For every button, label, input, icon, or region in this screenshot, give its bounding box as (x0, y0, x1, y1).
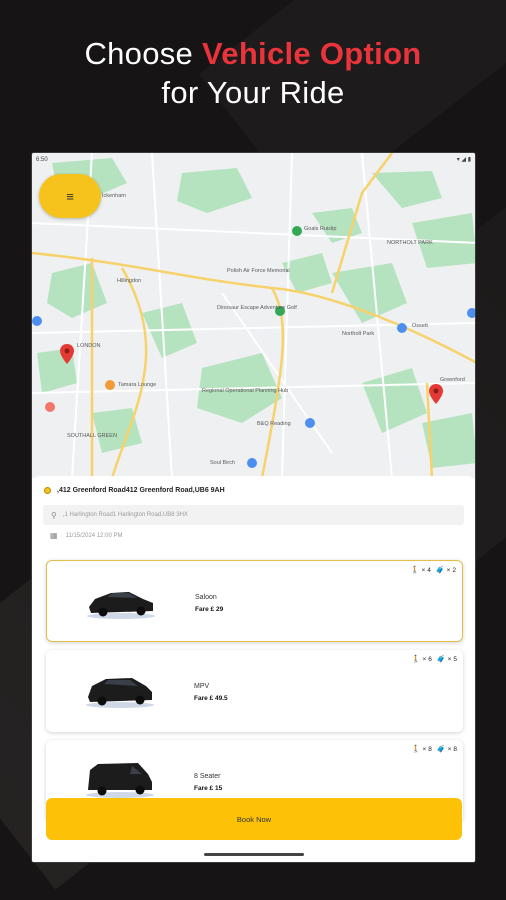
home-indicator[interactable] (204, 853, 304, 856)
map-label: Goals Ruislip (304, 226, 337, 232)
headline-line2: for Your Ride (161, 75, 345, 110)
luggage-count: 5 (453, 655, 457, 663)
status-time: 6:50 (36, 156, 48, 163)
van-icon (86, 763, 154, 798)
luggage-icon: 🧳 (435, 567, 445, 574)
map-label: Soul Birch (210, 460, 236, 466)
map-label: Tamara Lounge (118, 382, 157, 388)
promo-headline: Choose Vehicle Option for Your Ride (0, 34, 506, 112)
map-label: SOUTHALL GREEN (67, 433, 117, 439)
status-icons: ▾ ◢ ▮ (456, 157, 471, 163)
phone-screen: 6:50 ▾ ◢ ▮ Goals Ruislip NORTHOLT PARK P… (31, 152, 476, 863)
book-now-button[interactable]: Book Now (46, 798, 462, 840)
passenger-count: 4 (427, 566, 431, 574)
passenger-icon: 🚶 (411, 746, 421, 753)
mpv-car-icon (86, 678, 154, 708)
map-label: Ossett (412, 323, 428, 329)
luggage-count: 8 (453, 745, 457, 753)
vehicle-card-mpv[interactable]: 🚶 × 6 🧳 × 5 MPV Fare £ 49.5 (46, 650, 463, 732)
vehicle-name: MPV (194, 683, 210, 690)
menu-button[interactable]: ≡ (39, 174, 101, 218)
pickup-address-row[interactable]: ,412 Greenford Road412 Greenford Road,UB… (44, 487, 225, 494)
pickup-pin-icon[interactable] (60, 344, 74, 364)
capacity-row: 🚶 × 6 🧳 × 5 (411, 655, 457, 664)
vehicle-fare: Fare £ 49.5 (194, 695, 228, 702)
vehicle-fare: Fare £ 29 (195, 606, 224, 613)
headline-accent: Vehicle Option (202, 36, 422, 71)
dropoff-address: ,1 Harlington Road1 Harlington Road,UB8 … (62, 512, 188, 518)
vehicle-fare: Fare £ 15 (194, 785, 223, 792)
map-label: Ickenham (102, 193, 126, 199)
map-label: Regional Operational Planning Hub (202, 388, 289, 394)
dropoff-search-input[interactable]: ⚲ ,1 Harlington Road1 Harlington Road,UB… (43, 505, 464, 525)
luggage-icon: 🧳 (436, 746, 446, 753)
luggage-count: 2 (452, 566, 456, 574)
map-label: Northolt Park (342, 331, 375, 337)
menu-icon: ≡ (66, 188, 74, 204)
map-label: Hillingdon (117, 278, 142, 284)
datetime-value: 11/15/2024 12:00 PM (65, 532, 123, 539)
search-icon: ⚲ (51, 510, 57, 520)
capacity-row: 🚶 × 4 🧳 × 2 (410, 566, 456, 575)
map-label: B&Q Reading (257, 421, 291, 427)
headline-prefix: Choose (84, 36, 203, 71)
passenger-icon: 🚶 (411, 656, 421, 663)
calendar-icon: ▦ (50, 531, 58, 540)
dropoff-pin-icon[interactable] (429, 384, 443, 404)
vehicle-name: 8 Seater (194, 773, 221, 780)
map-label: Dinosaur Escape Adventure Golf (217, 305, 297, 311)
map-label: Greenford (440, 377, 465, 383)
map-label: Polish Air Force Memorial (227, 268, 290, 274)
vehicle-card-saloon[interactable]: 🚶 × 4 🧳 × 2 Saloon Fare £ 29 (46, 560, 463, 642)
capacity-row: 🚶 × 8 🧳 × 8 (411, 745, 457, 754)
luggage-icon: 🧳 (436, 656, 446, 663)
pickup-address: ,412 Greenford Road412 Greenford Road,UB… (57, 487, 225, 494)
vehicle-name: Saloon (195, 594, 217, 601)
passenger-count: 8 (428, 745, 432, 753)
datetime-picker[interactable]: ▦ 11/15/2024 12:00 PM (50, 531, 123, 540)
pickup-dot-icon (44, 487, 51, 494)
map-label: NORTHOLT PARK (387, 240, 433, 246)
passenger-icon: 🚶 (410, 567, 420, 574)
status-bar: 6:50 ▾ ◢ ▮ (32, 153, 475, 166)
saloon-car-icon (87, 592, 155, 619)
map-label: LONDON (77, 343, 101, 349)
passenger-count: 6 (428, 655, 432, 663)
